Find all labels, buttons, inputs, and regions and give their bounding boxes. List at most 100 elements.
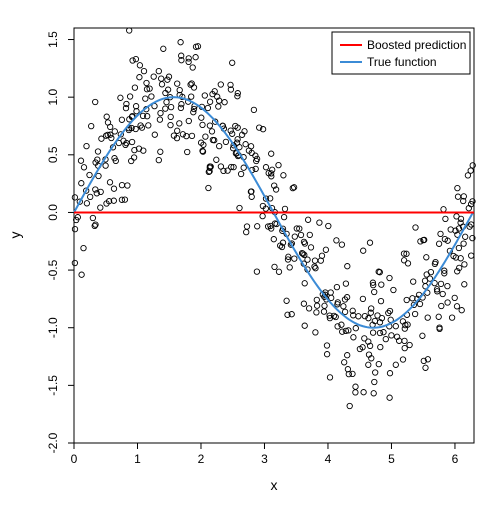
data-point bbox=[428, 269, 433, 274]
data-point bbox=[144, 80, 149, 85]
data-point bbox=[159, 76, 164, 81]
data-point bbox=[93, 99, 98, 104]
data-point bbox=[402, 338, 407, 343]
data-point bbox=[371, 391, 376, 396]
data-point bbox=[237, 205, 242, 210]
data-point bbox=[361, 390, 366, 395]
data-point bbox=[129, 158, 134, 163]
data-point bbox=[305, 217, 310, 222]
data-point bbox=[452, 295, 457, 300]
data-point bbox=[353, 384, 358, 389]
data-point bbox=[207, 123, 212, 128]
data-point bbox=[269, 151, 274, 156]
data-point bbox=[459, 308, 464, 313]
data-point bbox=[159, 82, 164, 87]
data-point bbox=[218, 82, 223, 87]
data-point bbox=[253, 153, 258, 158]
data-point bbox=[461, 241, 466, 246]
data-point bbox=[443, 216, 448, 221]
data-point bbox=[458, 220, 463, 225]
data-point bbox=[164, 99, 169, 104]
data-point bbox=[378, 298, 383, 303]
data-point bbox=[118, 95, 123, 100]
data-point bbox=[111, 186, 116, 191]
data-point bbox=[463, 234, 468, 239]
data-point bbox=[439, 303, 444, 308]
data-point bbox=[400, 357, 405, 362]
data-point bbox=[343, 281, 348, 286]
data-point bbox=[334, 284, 339, 289]
data-point bbox=[324, 352, 329, 357]
data-point bbox=[367, 240, 372, 245]
data-point bbox=[327, 375, 332, 380]
data-point bbox=[353, 326, 358, 331]
data-point bbox=[455, 185, 460, 190]
data-point bbox=[376, 361, 381, 366]
data-point bbox=[175, 81, 180, 86]
data-point bbox=[353, 390, 358, 395]
data-point bbox=[281, 214, 286, 219]
data-point bbox=[370, 330, 375, 335]
data-point bbox=[104, 114, 109, 119]
data-point bbox=[178, 40, 183, 45]
y-tick-label: -1.5 bbox=[46, 375, 60, 396]
data-point bbox=[407, 342, 412, 347]
data-point bbox=[133, 56, 138, 61]
data-point bbox=[249, 194, 254, 199]
data-point bbox=[292, 234, 297, 239]
data-point bbox=[129, 139, 134, 144]
data-point bbox=[282, 206, 287, 211]
y-tick-label: 1.0 bbox=[46, 89, 60, 106]
data-point bbox=[360, 296, 365, 301]
y-tick-label: -2.0 bbox=[46, 432, 60, 453]
data-point bbox=[186, 56, 191, 61]
data-point bbox=[292, 256, 297, 261]
data-point bbox=[306, 306, 311, 311]
data-point bbox=[123, 105, 128, 110]
data-point bbox=[281, 173, 286, 178]
y-tick-label: -0.5 bbox=[46, 259, 60, 280]
data-point bbox=[105, 120, 110, 125]
data-point bbox=[387, 371, 392, 376]
data-point bbox=[470, 163, 475, 168]
data-point bbox=[366, 362, 371, 367]
data-point bbox=[333, 314, 338, 319]
data-point bbox=[168, 114, 173, 119]
data-point bbox=[378, 344, 383, 349]
data-point bbox=[202, 93, 207, 98]
data-point bbox=[404, 297, 409, 302]
data-point bbox=[149, 94, 154, 99]
legend-label-true: True function bbox=[367, 55, 437, 69]
data-point bbox=[137, 75, 142, 80]
data-point bbox=[302, 323, 307, 328]
data-point bbox=[127, 28, 132, 33]
data-point bbox=[420, 333, 425, 338]
data-point bbox=[413, 225, 418, 230]
data-point bbox=[340, 329, 345, 334]
data-point bbox=[255, 224, 260, 229]
y-tick-label: 1.5 bbox=[46, 31, 60, 48]
data-point bbox=[109, 135, 114, 140]
data-point bbox=[260, 213, 265, 218]
data-point bbox=[206, 185, 211, 190]
data-point bbox=[158, 149, 163, 154]
data-point bbox=[466, 206, 471, 211]
data-point bbox=[95, 149, 100, 154]
data-point bbox=[381, 330, 386, 335]
data-point bbox=[244, 229, 249, 234]
data-point bbox=[341, 304, 346, 309]
data-point bbox=[79, 272, 84, 277]
data-point bbox=[163, 106, 168, 111]
data-point bbox=[301, 239, 306, 244]
data-point bbox=[302, 281, 307, 286]
data-point bbox=[308, 245, 313, 250]
data-point bbox=[193, 55, 198, 60]
data-point bbox=[230, 131, 235, 136]
data-point bbox=[125, 183, 130, 188]
data-point bbox=[301, 301, 306, 306]
data-point bbox=[372, 289, 377, 294]
data-point bbox=[379, 282, 384, 287]
data-point bbox=[326, 223, 331, 228]
data-point bbox=[387, 395, 392, 400]
data-point bbox=[146, 123, 151, 128]
